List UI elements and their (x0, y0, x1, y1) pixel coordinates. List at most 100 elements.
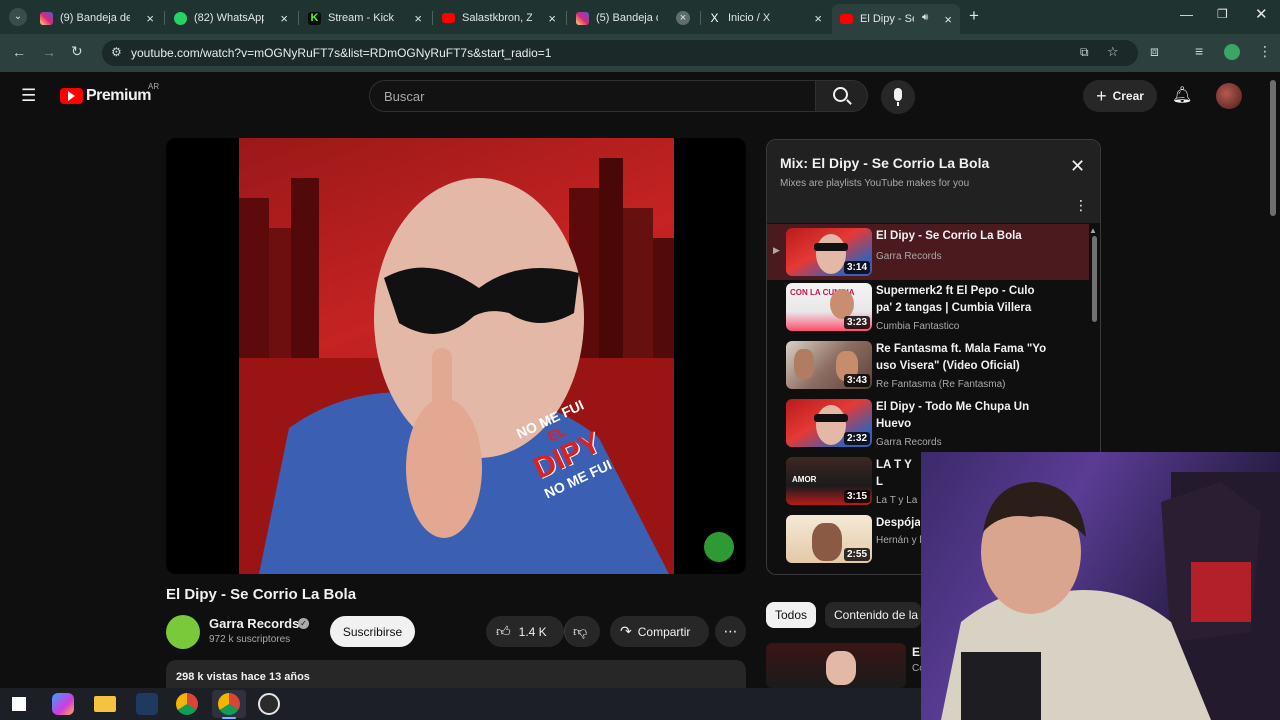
video-thumbnail: 2:55 (786, 515, 872, 563)
subscribe-button[interactable]: Suscribirse (330, 616, 415, 647)
instagram-icon (40, 11, 53, 25)
forward-icon[interactable]: → (42, 44, 56, 60)
browser-tab[interactable]: (9) Bandeja de e × (32, 6, 162, 30)
playlist-item-title: El Dipy - Todo Me Chupa Un Huevo (876, 401, 1030, 430)
tab-title: Stream - Kick Da (328, 12, 398, 24)
youtube-logo-text[interactable]: Premium (86, 87, 151, 105)
url-text[interactable]: youtube.com/watch?v=mOGNyRuFT7s&list=RDm… (131, 46, 551, 60)
file-explorer-icon[interactable] (94, 696, 116, 712)
playlist-item-channel: Garra Records (876, 251, 942, 262)
close-icon[interactable]: × (814, 11, 822, 26)
address-bar[interactable]: ⚙ youtube.com/watch?v=mOGNyRuFT7s&list=R… (102, 40, 1138, 66)
more-actions-button[interactable]: ⋯ (715, 616, 746, 647)
like-button[interactable]: 👍︎ 1.4 K (486, 616, 564, 647)
chrome-icon[interactable] (176, 693, 198, 715)
close-icon[interactable]: ✕ (1070, 156, 1085, 177)
speaker-icon[interactable]: 🔊︎ (922, 12, 928, 23)
duration-badge: 3:43 (843, 374, 870, 387)
playlist-item-channel: Garra Records (876, 437, 942, 448)
playlist-item[interactable]: ▶ 3:14 El Dipy - Se Corrio La Bola Garra… (767, 224, 1089, 280)
close-icon[interactable]: × (676, 11, 690, 25)
youtube-logo-icon[interactable] (60, 88, 83, 104)
duration-badge: 2:55 (843, 548, 870, 561)
webcam-overlay (921, 452, 1280, 720)
chip-todos[interactable]: Todos (766, 602, 817, 628)
duration-badge: 2:32 (843, 432, 870, 445)
youtube-icon (442, 13, 455, 23)
active-app-indicator (222, 717, 236, 719)
tab-search-dropdown-icon[interactable]: ⌄ (9, 8, 27, 26)
channel-watermark-icon[interactable] (704, 532, 734, 562)
notifications-bell-icon[interactable]: 🔔︎ (1172, 85, 1192, 105)
search-input[interactable]: Buscar (369, 80, 816, 112)
browser-tab-strip: ⌄ (9) Bandeja de e × (82) WhatsApp × K S… (0, 0, 1280, 34)
tab-title: (82) WhatsApp (194, 12, 264, 24)
bookmark-star-icon[interactable]: ☆ (1107, 44, 1119, 60)
share-icon: ↷ (620, 623, 632, 639)
browser-menu-icon[interactable]: ⋮ (1258, 43, 1272, 60)
subscriber-count: 972 k suscriptores (209, 634, 291, 645)
dislike-button[interactable]: 👎︎ (564, 616, 600, 647)
hamburger-menu-icon[interactable]: ☰ (21, 86, 36, 106)
playlist-item-channel: Re Fantasma (Re Fantasma) (876, 379, 1006, 390)
verified-icon: ✓ (298, 618, 309, 629)
share-button[interactable]: ↷ Compartir (610, 616, 709, 647)
playlist-item-title: Supermerk2 ft El Pepo - Culo pa' 2 tanga… (876, 285, 1035, 314)
browser-tab[interactable]: (82) WhatsApp × (166, 6, 296, 30)
thumbs-down-icon: 👎︎ (573, 623, 588, 639)
close-icon[interactable]: × (414, 11, 422, 26)
more-options-icon[interactable]: ⋮ (1074, 197, 1088, 214)
related-video-thumbnail[interactable] (766, 643, 906, 688)
playlist-item[interactable]: 3:43 Re Fantasma ft. Mala Fama "Yo uso V… (767, 337, 1089, 395)
browser-tab[interactable]: Salastkbron, Zeli × (434, 6, 564, 30)
close-icon[interactable]: × (548, 11, 556, 26)
chrome-profile-icon[interactable] (218, 693, 240, 715)
maximize-icon[interactable]: ❐ (1217, 7, 1228, 21)
search-placeholder: Buscar (384, 89, 425, 104)
browser-tab-active[interactable]: El Dipy - Se 🔊︎ × (832, 4, 960, 34)
playlist-scrollbar[interactable] (1092, 236, 1097, 322)
video-player[interactable]: NO ME FUI EL DIPY NO ME FUI (166, 138, 746, 574)
close-icon[interactable]: × (146, 11, 154, 26)
now-playing-icon: ▶ (773, 245, 780, 255)
terminal-icon[interactable] (136, 693, 158, 715)
reload-icon[interactable]: ↻ (71, 43, 83, 60)
playlist-item[interactable]: CON LA CUMBIA 3:23 Supermerk2 ft El Pepo… (767, 279, 1089, 337)
channel-avatar[interactable] (166, 615, 200, 649)
extensions-icon[interactable]: ⧈ (1150, 43, 1159, 60)
new-tab-icon[interactable]: + (969, 6, 979, 26)
browser-tab[interactable]: X Inicio / X × (700, 6, 830, 30)
install-app-icon[interactable]: ⧉ (1080, 45, 1089, 60)
browser-tab[interactable]: K Stream - Kick Da × (300, 6, 430, 30)
search-button[interactable] (815, 80, 868, 112)
playlist-item-channel: La T y La I (876, 495, 923, 506)
user-avatar[interactable] (1216, 83, 1242, 109)
media-controls-icon[interactable]: ≡ (1195, 43, 1203, 59)
page-scrollbar[interactable] (1270, 80, 1276, 216)
tab-title: El Dipy - Se (860, 13, 914, 25)
back-icon[interactable]: ← (12, 44, 26, 60)
obs-icon[interactable] (258, 693, 280, 715)
scroll-up-icon[interactable]: ▲ (1089, 226, 1097, 235)
more-icon: ⋯ (723, 623, 738, 639)
voice-search-button[interactable] (881, 80, 915, 114)
description-box[interactable]: 298 k vistas hace 13 años (166, 660, 746, 690)
channel-name[interactable]: Garra Records (209, 616, 299, 631)
create-button[interactable]: + Crear (1083, 80, 1157, 112)
video-frame: NO ME FUI EL DIPY NO ME FUI (239, 138, 674, 574)
site-info-icon[interactable]: ⚙ (111, 45, 122, 59)
close-window-icon[interactable]: ✕ (1255, 5, 1268, 23)
minimize-icon[interactable]: — (1180, 7, 1193, 22)
close-icon[interactable]: × (280, 11, 288, 26)
playlist-item-title: Despójat (876, 517, 920, 529)
close-icon[interactable]: × (944, 12, 952, 27)
duration-badge: 3:15 (843, 490, 870, 503)
copilot-icon[interactable] (52, 693, 74, 715)
duration-badge: 3:14 (843, 261, 870, 274)
playlist-title[interactable]: Mix: El Dipy - Se Corrio La Bola (780, 155, 989, 171)
windows-start-icon[interactable] (12, 697, 26, 711)
playlist-item[interactable]: 2:32 El Dipy - Todo Me Chupa Un Huevo Ga… (767, 395, 1089, 453)
profile-avatar-icon[interactable] (1224, 44, 1240, 60)
browser-tab[interactable]: (5) Bandeja de e × (568, 6, 698, 30)
chip-channel-content[interactable]: Contenido de la s (825, 602, 921, 628)
